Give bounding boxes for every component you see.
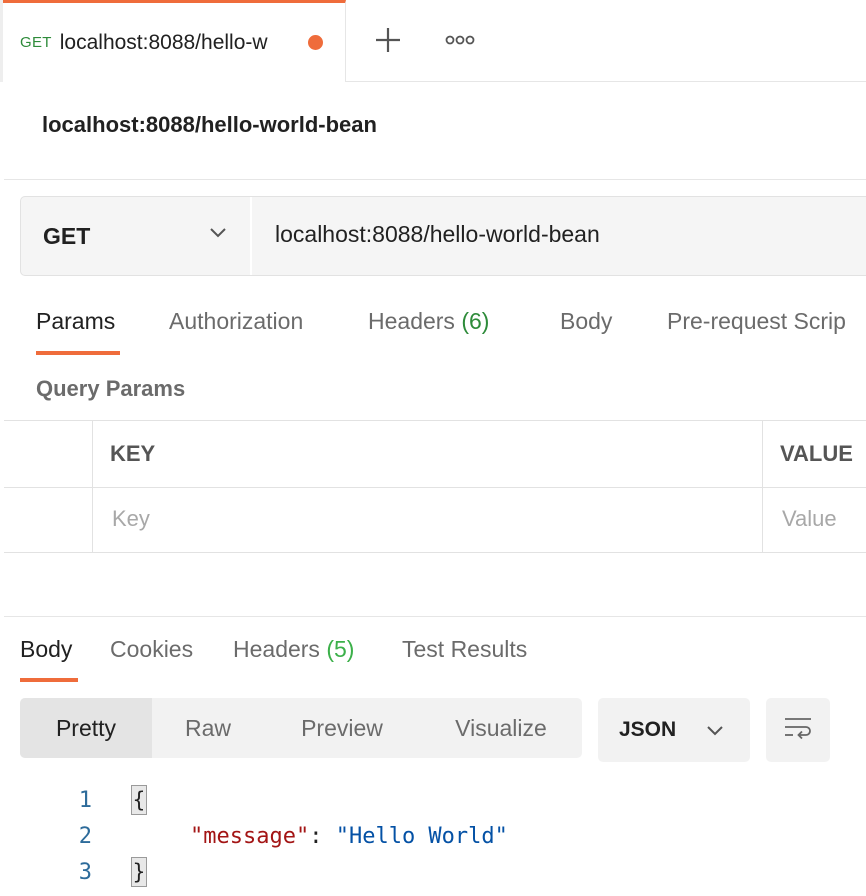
json-entry: "message": "Hello World" bbox=[190, 824, 508, 849]
column-header-value: VALUE bbox=[780, 441, 853, 466]
response-divider[interactable] bbox=[4, 616, 866, 617]
response-tabs: Body Cookies Headers (5) Test Results bbox=[0, 636, 866, 680]
request-name[interactable]: localhost:8088/hello-world-bean bbox=[42, 112, 377, 138]
unsaved-dot-icon bbox=[307, 35, 323, 50]
view-raw-button[interactable]: Raw bbox=[152, 698, 264, 758]
view-preview-button[interactable]: Preview bbox=[264, 698, 420, 758]
tab-method: GET bbox=[20, 34, 52, 51]
tab-authorization-label: Authorization bbox=[169, 308, 304, 334]
active-tab-indicator bbox=[36, 351, 120, 355]
active-response-tab-indicator bbox=[20, 678, 78, 682]
tab-body[interactable]: Body bbox=[560, 308, 612, 335]
tab-bar: GET localhost:8088/hello-w bbox=[0, 0, 866, 82]
method-dropdown[interactable]: GET bbox=[21, 197, 252, 275]
format-label: JSON bbox=[619, 718, 677, 741]
url-bar: GET localhost:8088/hello-world-bean bbox=[20, 196, 866, 276]
view-mode-switch: Pretty Raw Preview Visualize bbox=[20, 698, 582, 758]
key-input[interactable]: Key bbox=[112, 506, 150, 532]
tab-params-label: Params bbox=[36, 308, 116, 334]
column-header-key: KEY bbox=[110, 441, 156, 466]
tab-title: localhost:8088/hello-w bbox=[59, 30, 268, 54]
view-visualize-button[interactable]: Visualize bbox=[420, 698, 582, 758]
tab-pre-request-label: Pre-request Scrip bbox=[667, 308, 846, 334]
query-params-title: Query Params bbox=[36, 376, 186, 401]
tab-headers[interactable]: Headers (6) bbox=[368, 308, 489, 335]
json-colon: : bbox=[309, 824, 336, 849]
request-tab[interactable]: GET localhost:8088/hello-w bbox=[3, 0, 346, 82]
view-pretty-button[interactable]: Pretty bbox=[20, 698, 152, 758]
tab-headers-label: Headers bbox=[368, 308, 455, 334]
wrap-lines-icon bbox=[782, 715, 814, 746]
json-value: "Hello World" bbox=[335, 824, 508, 849]
format-dropdown[interactable]: JSON bbox=[598, 698, 750, 762]
headers-count-badge: (6) bbox=[461, 308, 490, 334]
chevron-down-icon bbox=[706, 723, 724, 741]
close-brace: } bbox=[131, 857, 147, 887]
response-tab-test-results-label: Test Results bbox=[402, 636, 528, 662]
json-key: "message" bbox=[190, 824, 310, 849]
response-tab-test-results[interactable]: Test Results bbox=[402, 636, 527, 663]
response-tab-cookies[interactable]: Cookies bbox=[110, 636, 193, 663]
value-input[interactable]: Value bbox=[782, 506, 837, 532]
more-icon bbox=[445, 33, 475, 51]
response-headers-count-badge: (5) bbox=[326, 636, 355, 662]
tab-pre-request-script[interactable]: Pre-request Scrip bbox=[667, 308, 846, 335]
method-label: GET bbox=[43, 222, 91, 249]
query-params-table: KEY VALUE Key Value bbox=[4, 420, 866, 553]
open-brace: { bbox=[131, 785, 147, 815]
code-line: 1 { bbox=[0, 785, 866, 824]
response-tab-body-label: Body bbox=[20, 636, 73, 662]
chevron-down-icon bbox=[209, 225, 227, 243]
request-tabs: Params Authorization Headers (6) Body Pr… bbox=[0, 308, 866, 356]
code-line: 3 } bbox=[0, 857, 866, 896]
line-number: 3 bbox=[78, 860, 92, 885]
code-line: 2 "message": "Hello World" bbox=[0, 824, 866, 860]
divider bbox=[4, 179, 866, 180]
tab-params[interactable]: Params bbox=[36, 308, 115, 335]
response-tab-cookies-label: Cookies bbox=[110, 636, 194, 662]
plus-icon bbox=[375, 27, 401, 58]
tab-authorization[interactable]: Authorization bbox=[169, 308, 303, 335]
tab-body-label: Body bbox=[560, 308, 613, 334]
more-tabs-button[interactable] bbox=[438, 22, 482, 62]
wrap-lines-button[interactable] bbox=[766, 698, 830, 762]
row-divider bbox=[4, 487, 866, 488]
line-number: 1 bbox=[78, 788, 92, 813]
response-tab-headers[interactable]: Headers (5) bbox=[233, 636, 354, 663]
url-input[interactable]: localhost:8088/hello-world-bean bbox=[275, 221, 600, 248]
new-tab-button[interactable] bbox=[366, 22, 410, 62]
line-number: 2 bbox=[78, 824, 92, 849]
response-tab-headers-label: Headers bbox=[233, 636, 320, 662]
response-tab-body[interactable]: Body bbox=[20, 636, 72, 663]
